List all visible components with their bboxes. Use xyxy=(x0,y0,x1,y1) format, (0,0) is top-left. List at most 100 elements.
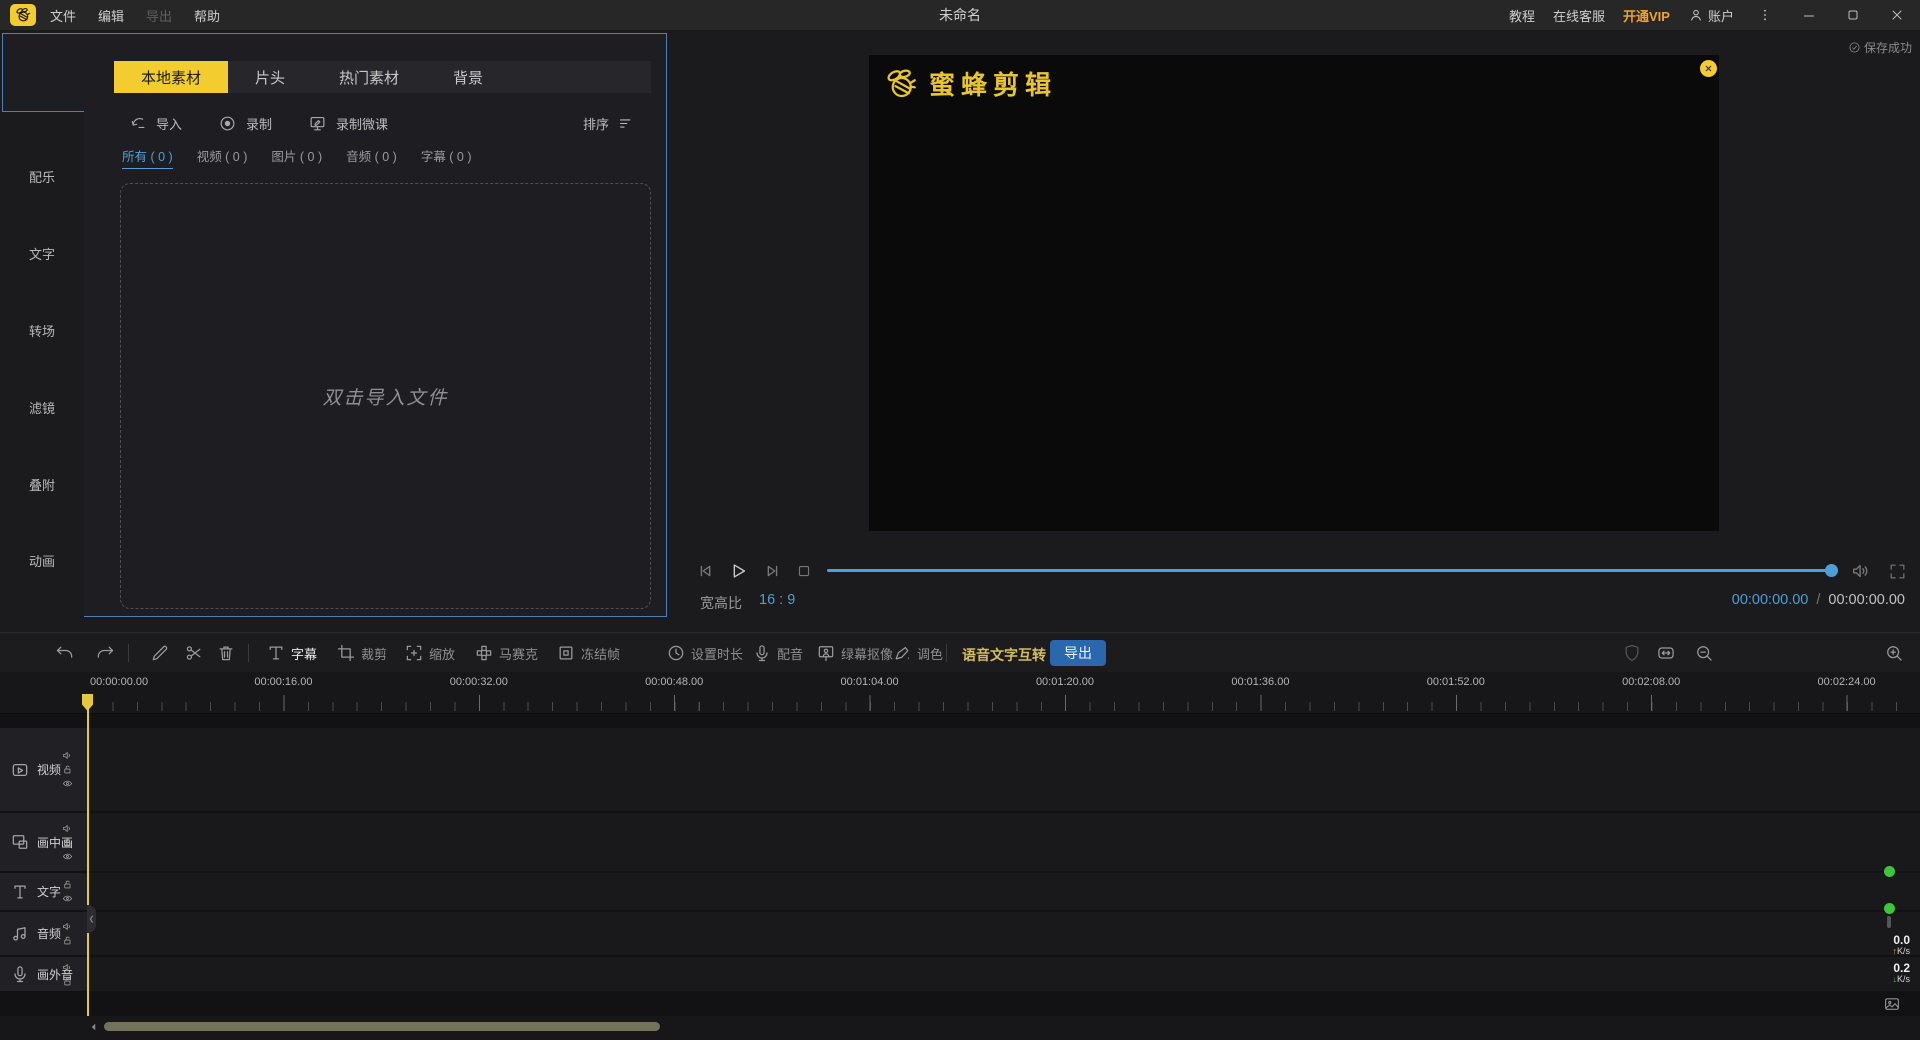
maximize-icon xyxy=(1845,7,1861,23)
track-header-4[interactable]: 画外音 xyxy=(0,957,87,991)
split-button[interactable] xyxy=(184,643,204,663)
dubbing-tool-label: 配音 xyxy=(777,644,803,663)
maximize-button[interactable] xyxy=(1840,4,1866,26)
shield-icon[interactable] xyxy=(1622,643,1642,663)
greenscreen-tool[interactable]: 绿幕抠像 xyxy=(816,642,893,664)
track-header-0[interactable]: 视频 xyxy=(0,728,87,811)
crop-tool[interactable]: 裁剪 xyxy=(336,642,387,664)
track-lane-4[interactable] xyxy=(0,957,1920,991)
mosaic-tool[interactable]: 马赛克 xyxy=(474,642,538,664)
sidebar-item-1[interactable]: 配乐 xyxy=(0,165,84,187)
media-filter-1[interactable]: 视频 ( 0 ) xyxy=(197,146,248,169)
sidebar-item-4[interactable]: 滤镜 xyxy=(0,396,84,418)
lock-icon[interactable] xyxy=(62,879,73,890)
track-toggles-1 xyxy=(62,813,73,871)
delete-button[interactable] xyxy=(216,643,236,663)
app-logo[interactable] xyxy=(10,4,36,26)
sort-button[interactable]: 排序 xyxy=(583,109,634,137)
volume-button[interactable] xyxy=(1850,560,1872,582)
speaker-icon[interactable] xyxy=(62,750,73,761)
color-grading-tool[interactable]: 调色 xyxy=(892,642,943,664)
timeline-zoom-in-button[interactable] xyxy=(1884,643,1904,663)
menu-item-1[interactable]: 编辑 xyxy=(98,6,124,25)
export-button[interactable]: 导出 xyxy=(1050,640,1106,666)
sidebar-item-5[interactable]: 叠附 xyxy=(0,473,84,495)
timeline-zoom-out-button[interactable] xyxy=(1694,643,1714,663)
seek-knob[interactable] xyxy=(1825,564,1838,577)
track-header-1[interactable]: 画中画 xyxy=(0,813,87,871)
sidebar-item-2[interactable]: 文字 xyxy=(0,242,84,264)
lock-icon[interactable] xyxy=(62,764,73,775)
vip-link[interactable]: 开通VIP xyxy=(1623,6,1670,25)
next-frame-button[interactable] xyxy=(761,560,783,582)
menu-item-2[interactable]: 导出 xyxy=(146,6,172,25)
stop-button[interactable] xyxy=(795,562,813,580)
media-tab-1[interactable]: 片头 xyxy=(228,61,312,93)
undo-button[interactable] xyxy=(55,643,75,663)
close-button[interactable] xyxy=(1884,4,1910,26)
fullscreen-button[interactable] xyxy=(1888,562,1907,581)
lock-icon[interactable] xyxy=(62,976,73,987)
sidebar-item-3[interactable]: 转场 xyxy=(0,319,84,341)
timeline-ruler[interactable]: 00:00:00.0000:00:16.0000:00:32.0000:00:4… xyxy=(0,672,1920,714)
zoom-tool-label: 缩放 xyxy=(429,644,455,663)
media-tab-2[interactable]: 热门素材 xyxy=(312,61,426,93)
media-action-2[interactable]: 录制微课 xyxy=(308,114,388,133)
aspect-ratio-value[interactable]: 16 : 9 xyxy=(759,592,795,608)
minimize-button[interactable] xyxy=(1796,4,1822,26)
speaker-icon[interactable] xyxy=(62,823,73,834)
speaker-icon[interactable] xyxy=(62,921,73,932)
horizontal-scrollbar[interactable] xyxy=(104,1022,660,1031)
sidebar-item-6[interactable]: 动画 xyxy=(0,549,84,571)
more-menu-button[interactable] xyxy=(1752,4,1778,26)
track-label-3: 音频 xyxy=(37,925,61,942)
subtitle-tool[interactable]: 字幕 xyxy=(266,642,317,664)
track-collapse-handle[interactable]: ❮ xyxy=(87,905,96,933)
menu-item-3[interactable]: 帮助 xyxy=(194,6,220,25)
net-up-unit: K/s xyxy=(1897,946,1910,956)
media-filter-4[interactable]: 字幕 ( 0 ) xyxy=(421,146,472,169)
duration-tool[interactable]: 设置时长 xyxy=(666,642,743,664)
edit-button[interactable] xyxy=(150,643,170,663)
redo-button[interactable] xyxy=(95,643,115,663)
media-filter-0[interactable]: 所有 ( 0 ) xyxy=(122,146,173,169)
menu-item-0[interactable]: 文件 xyxy=(50,6,76,25)
snapshot-button[interactable] xyxy=(1882,995,1902,1013)
tutorial-link[interactable]: 教程 xyxy=(1509,6,1535,25)
lock-icon[interactable] xyxy=(62,837,73,848)
media-tab-0[interactable]: 本地素材 xyxy=(114,61,228,93)
lock-icon[interactable] xyxy=(62,935,73,946)
support-link[interactable]: 在线客服 xyxy=(1553,6,1605,25)
previous-frame-button[interactable] xyxy=(695,560,717,582)
media-action-1[interactable]: 录制 xyxy=(218,114,272,133)
import-dropzone[interactable]: 双击导入文件 xyxy=(120,183,651,609)
track-header-3[interactable]: 音频 xyxy=(0,912,87,955)
track-lane-0[interactable] xyxy=(0,728,1920,811)
seek-bar[interactable] xyxy=(827,569,1830,572)
watermark-close-button[interactable] xyxy=(1700,60,1717,77)
track-lane-1[interactable] xyxy=(0,813,1920,871)
media-tab-3[interactable]: 背景 xyxy=(426,61,510,93)
track-lane-2[interactable] xyxy=(0,873,1920,910)
media-filter-2[interactable]: 图片 ( 0 ) xyxy=(271,146,322,169)
indicator-dot-top[interactable] xyxy=(1884,866,1895,877)
zoom-tool[interactable]: 缩放 xyxy=(404,642,455,664)
app-window: 文件编辑导出帮助 未命名 教程 在线客服 开通VIP 账户 素材配乐文字转场滤镜… xyxy=(0,0,1920,1040)
eye-icon[interactable] xyxy=(62,778,73,789)
speech-text-button[interactable]: 语音文字互转 xyxy=(962,645,1046,665)
fit-timeline-button[interactable] xyxy=(1656,643,1676,663)
dubbing-tool[interactable]: 配音 xyxy=(752,642,803,664)
timecode-total: 00:00:00.00 xyxy=(1828,592,1905,608)
speaker-icon[interactable] xyxy=(62,962,73,973)
media-filter-3[interactable]: 音频 ( 0 ) xyxy=(346,146,397,169)
media-action-0[interactable]: 导入 xyxy=(128,114,182,133)
play-button[interactable] xyxy=(727,560,749,582)
eye-icon[interactable] xyxy=(62,851,73,862)
account-button[interactable]: 账户 xyxy=(1688,6,1734,25)
freeze-frame-tool[interactable]: 冻结帧 xyxy=(556,642,620,664)
scroll-left-icon[interactable] xyxy=(88,1020,100,1034)
track-lane-3[interactable] xyxy=(0,912,1920,955)
track-header-2[interactable]: 文字 xyxy=(0,873,87,910)
eye-icon[interactable] xyxy=(62,893,73,904)
indicator-dot-bottom[interactable] xyxy=(1884,903,1895,914)
